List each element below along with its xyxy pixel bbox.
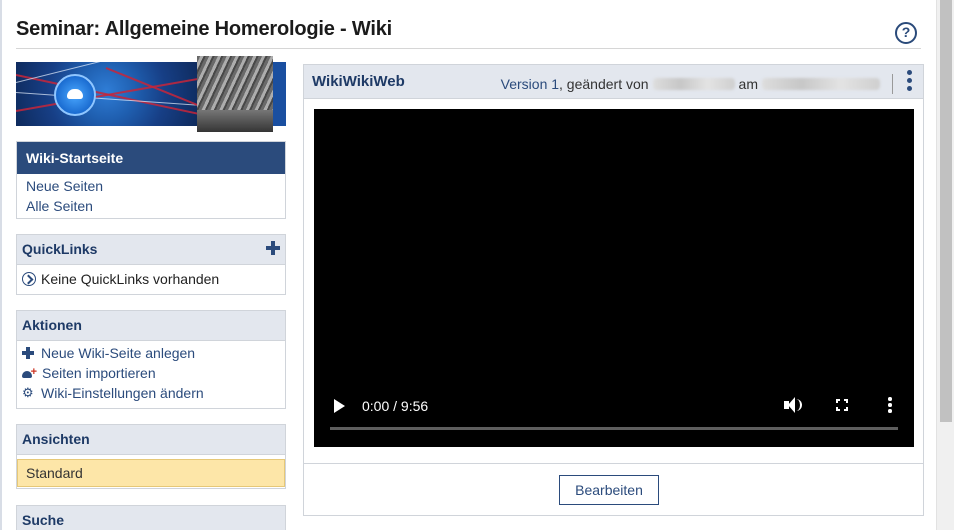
actions-title: Aktionen [22,317,82,333]
video-more-icon[interactable] [888,397,892,413]
search-header: Suche [17,506,285,530]
action-new-page-label: Neue Wiki-Seite anlegen [41,345,196,361]
more-vertical-icon[interactable] [907,70,913,92]
edit-button[interactable]: Bearbeiten [559,475,659,505]
wiki-footer-divider [304,463,923,464]
actions-header: Aktionen [17,311,285,341]
redacted-author [652,78,735,90]
wiki-page-title: WikiWikiWeb [312,73,405,90]
action-settings-label: Wiki-Einstellungen ändern [41,385,204,401]
actions-panel: Aktionen Neue Wiki-Seite anlegen Seiten … [16,310,286,409]
quicklinks-header: QuickLinks [17,235,285,265]
video-controls: 0:00 / 9:56 [314,387,914,447]
video-progress-bar[interactable] [330,427,898,430]
page-title: Seminar: Allgemeine Homerologie - Wiki [16,18,393,40]
nav-all-pages[interactable]: Alle Seiten [17,196,285,216]
action-new-page[interactable]: Neue Wiki-Seite anlegen [17,343,285,363]
play-icon[interactable] [334,399,345,413]
scrollbar-thumb[interactable] [940,0,952,422]
quicklinks-title: QuickLinks [22,241,98,257]
add-quicklink-icon[interactable] [266,241,280,255]
view-standard[interactable]: Standard [17,459,285,487]
quicklinks-empty-row: Keine QuickLinks vorhanden [17,269,285,289]
page-scrollbar[interactable] [936,0,954,530]
changed-by-text: , geändert von [559,76,649,92]
redacted-date [762,78,880,90]
search-panel: Suche [16,505,286,530]
fullscreen-icon[interactable] [836,399,848,411]
course-banner [16,56,286,132]
views-panel: Ansichten Standard [16,424,286,489]
circle-arrow-icon [22,272,36,286]
wiki-navigation: Wiki-Startseite Neue Seiten Alle Seiten [16,141,286,219]
version-link[interactable]: Version 1 [501,76,559,92]
action-import-pages[interactable]: Seiten importieren [17,362,285,383]
banner-photo [197,56,273,132]
quicklinks-panel: QuickLinks Keine QuickLinks vorhanden [16,234,286,295]
gear-icon: ⚙ [22,385,34,400]
wiki-header: WikiWikiWeb Version 1 , geändert von am [304,65,923,99]
wiki-version-info: Version 1 , geändert von am [501,74,893,94]
quicklinks-empty-text: Keine QuickLinks vorhanden [41,271,220,287]
separator [892,74,893,94]
import-icon [22,362,37,382]
views-header: Ansichten [17,425,285,455]
help-icon[interactable]: ? [895,22,917,44]
nav-new-pages[interactable]: Neue Seiten [17,176,285,196]
banner-graphic [16,62,197,126]
left-edge [0,0,2,530]
at-text: am [738,76,758,92]
logo-icon [54,74,96,116]
volume-icon[interactable] [784,396,804,414]
views-title: Ansichten [22,431,90,447]
video-time: 0:00 / 9:56 [362,398,429,414]
video-player[interactable]: 0:00 / 9:56 [314,109,914,447]
action-wiki-settings[interactable]: ⚙ Wiki-Einstellungen ändern [17,383,285,403]
page-header: Seminar: Allgemeine Homerologie - Wiki ? [16,14,921,49]
nav-wiki-start[interactable]: Wiki-Startseite [17,142,285,174]
plus-icon [22,347,34,359]
search-title: Suche [22,512,65,528]
wiki-content-panel: WikiWikiWeb Version 1 , geändert von am … [303,64,924,516]
banner-edge [273,62,286,126]
action-import-label: Seiten importieren [42,365,156,381]
